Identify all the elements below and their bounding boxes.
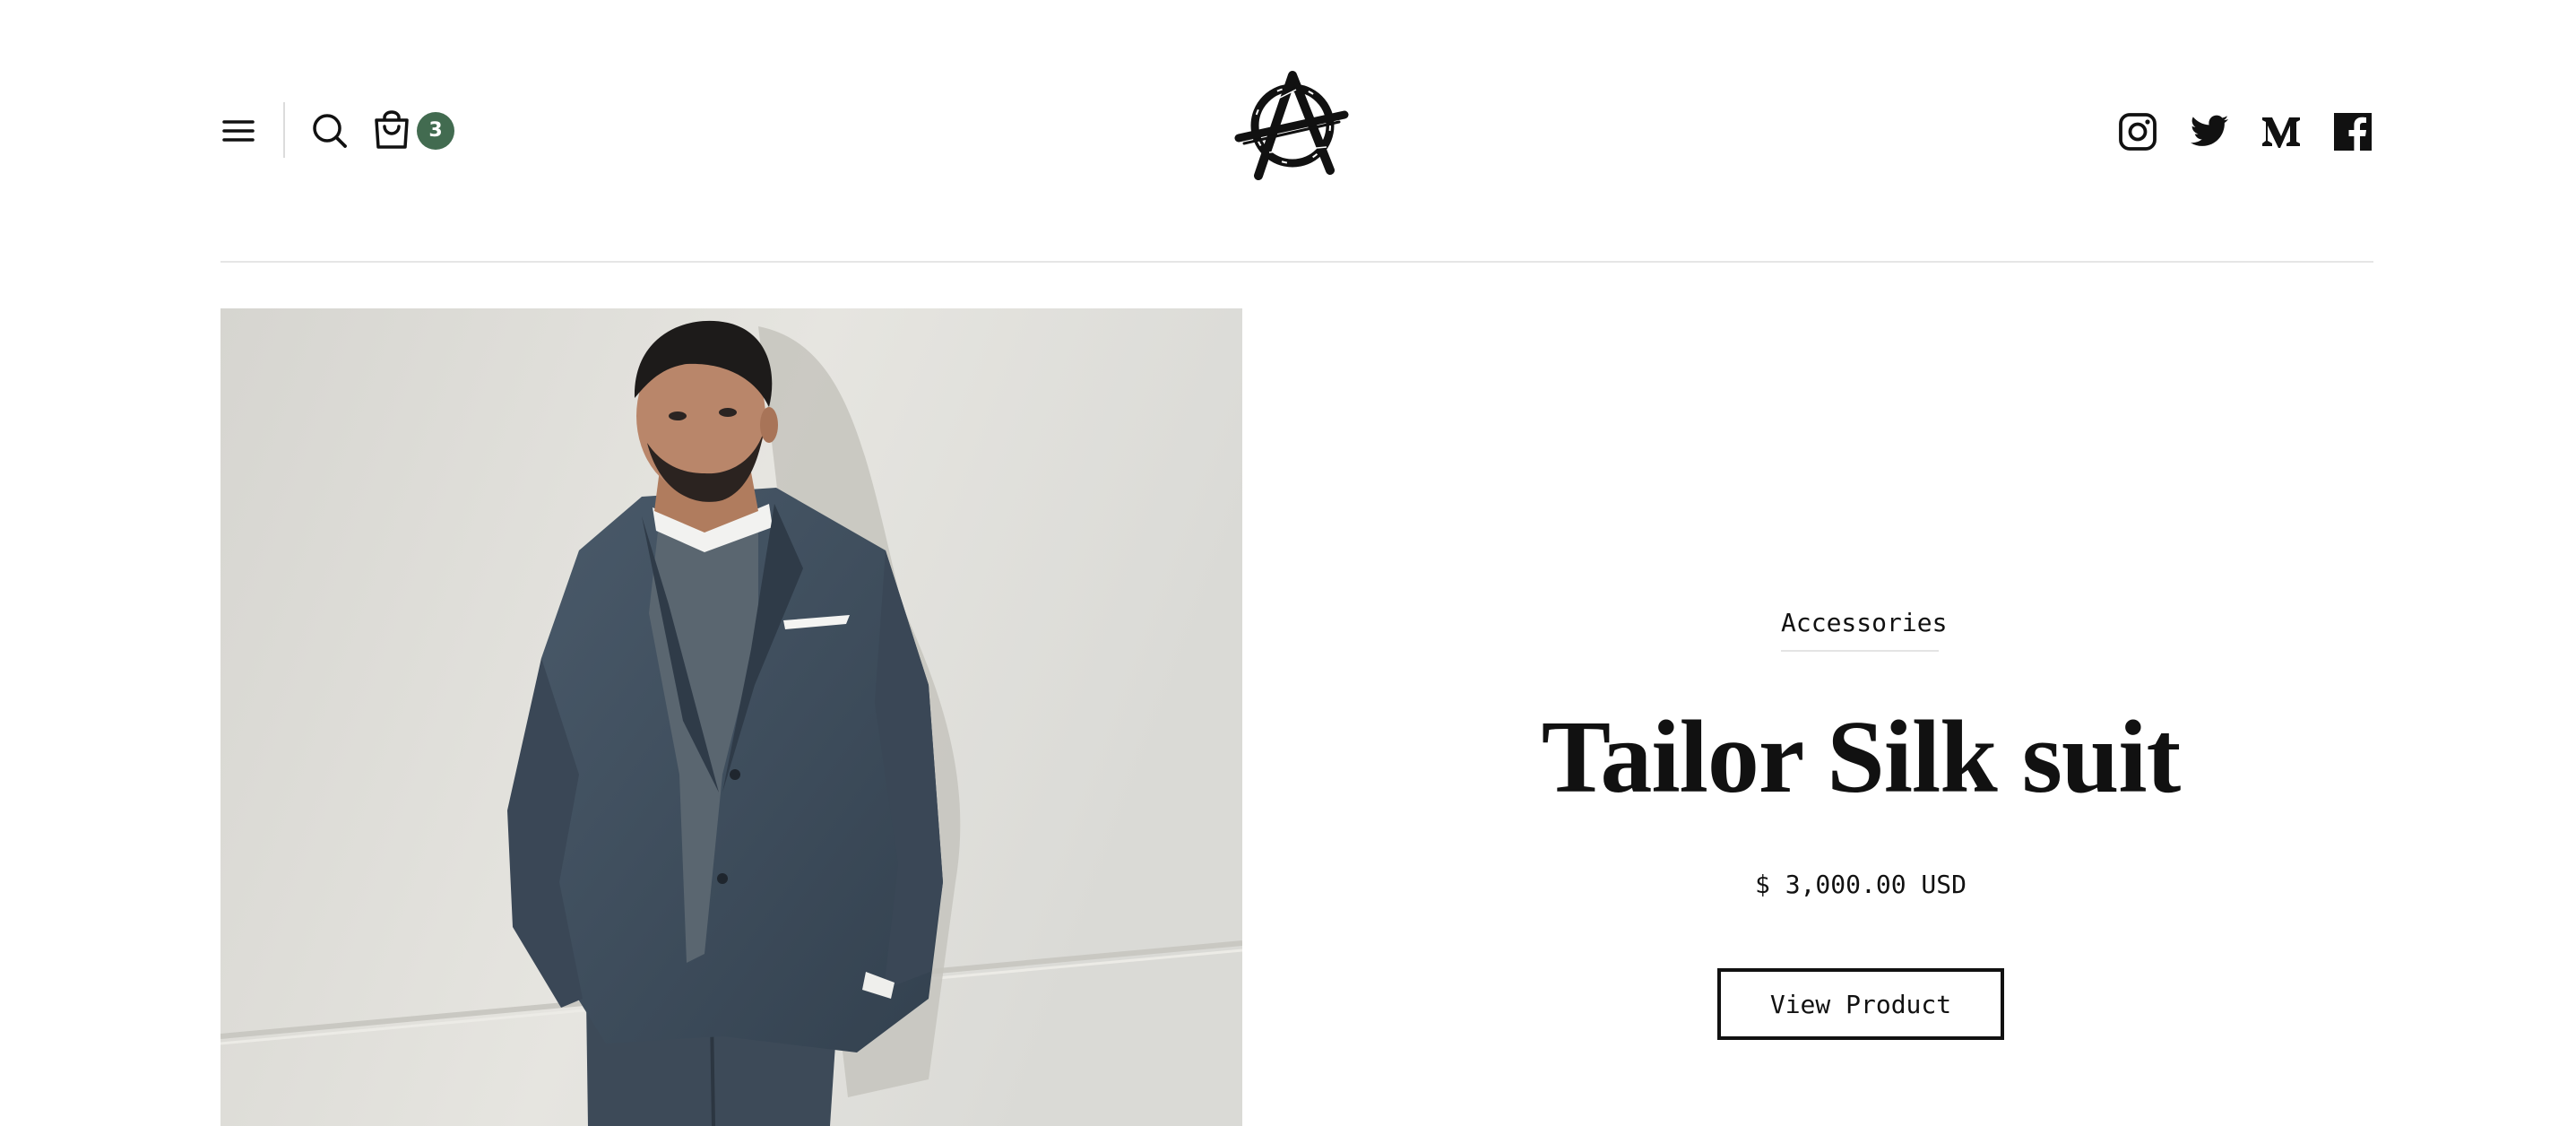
cart-button[interactable]	[371, 109, 412, 151]
facebook-icon	[2334, 113, 2372, 151]
product-image[interactable]	[220, 308, 1242, 1126]
shopping-bag-icon	[375, 110, 409, 149]
search-button[interactable]	[310, 111, 350, 151]
header-divider	[283, 102, 285, 158]
view-product-button[interactable]: View Product	[1717, 968, 2004, 1040]
medium-icon	[2262, 117, 2300, 148]
menu-button[interactable]	[220, 113, 256, 149]
product-price: $ 3,000.00 USD	[1754, 870, 1967, 899]
header-bottom-divider	[220, 261, 2373, 263]
menu-icon	[222, 120, 255, 142]
facebook-link[interactable]	[2332, 111, 2373, 152]
anarchy-a-logo	[1234, 71, 1349, 180]
search-icon	[313, 114, 347, 148]
product-title: Tailor Silk suit	[1541, 700, 2182, 815]
site-header: 3	[0, 0, 2576, 262]
medium-link[interactable]	[2260, 111, 2302, 152]
man-in-grey-suit-photo	[220, 308, 1242, 1126]
cart-count-badge: 3	[417, 112, 454, 150]
product-category-link[interactable]: Accessories	[1781, 608, 1947, 652]
instagram-icon	[2119, 113, 2157, 151]
instagram-link[interactable]	[2117, 111, 2158, 152]
site-logo[interactable]	[1233, 70, 1350, 181]
twitter-icon	[2190, 115, 2229, 146]
twitter-link[interactable]	[2189, 111, 2230, 152]
